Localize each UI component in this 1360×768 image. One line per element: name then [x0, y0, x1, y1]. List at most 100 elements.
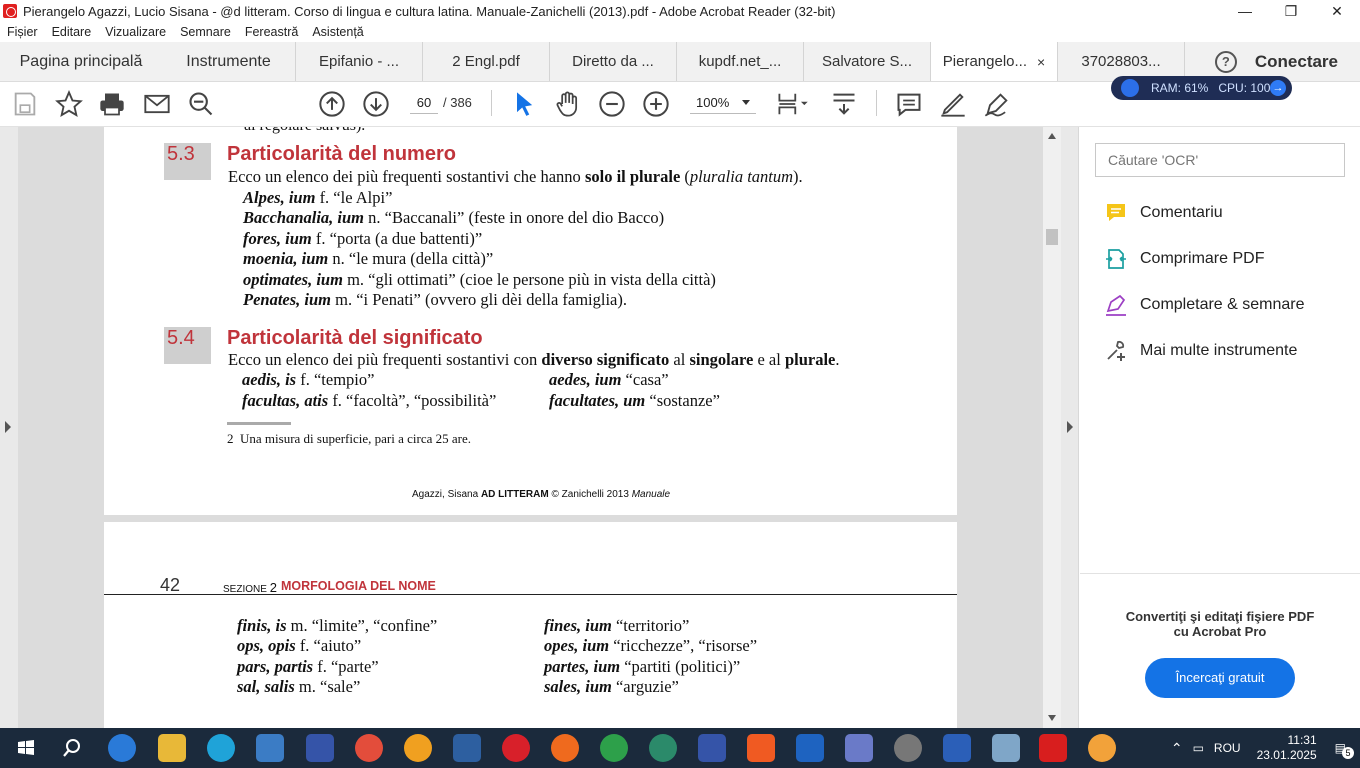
tab-label: Pagina principală [19, 52, 143, 70]
menu-help[interactable]: Asistență [312, 25, 363, 39]
zoom-in-icon[interactable] [642, 90, 670, 118]
page-number-input[interactable]: 60 [410, 92, 438, 114]
app-icon-gray[interactable] [992, 734, 1020, 762]
tab-home[interactable]: Pagina principală [0, 42, 162, 81]
next-page-icon[interactable] [362, 90, 390, 118]
highlight-pen-icon[interactable] [939, 90, 967, 118]
close-button[interactable]: ✕ [1314, 0, 1360, 22]
clock-date: 23.01.2025 [1256, 748, 1317, 762]
page-footer: Agazzi, Sisana AD LITTERAM © Zanichelli … [412, 489, 671, 500]
windows-start-icon[interactable] [12, 734, 40, 762]
sign-in-link[interactable]: Conectare [1255, 52, 1338, 72]
maximize-button[interactable]: ❐ [1268, 0, 1314, 22]
app-icon-orange[interactable] [404, 734, 432, 762]
select-cursor-icon[interactable] [510, 90, 538, 118]
app-icon-green[interactable] [649, 734, 677, 762]
app-icon-blue[interactable] [796, 734, 824, 762]
tab-document[interactable]: kupdf.net_... [677, 42, 804, 81]
clock[interactable]: 11:31 23.01.2025 [1257, 733, 1317, 763]
menu-file[interactable]: Fișier [7, 25, 38, 39]
menu-edit[interactable]: Editare [52, 25, 92, 39]
zoom-out-icon[interactable] [598, 90, 626, 118]
file-explorer-icon[interactable] [158, 734, 186, 762]
help-icon[interactable]: ? [1214, 50, 1237, 73]
fill-sign-icon [1106, 294, 1126, 316]
tool-comment[interactable]: Comentariu [1104, 200, 1223, 226]
notifications-icon[interactable]: ▤ 5 [1335, 741, 1354, 759]
menu-view[interactable]: Vizualizare [105, 25, 166, 39]
app-icon-yellow[interactable] [1088, 734, 1116, 762]
free-trial-button[interactable]: Încercaţi gratuit [1145, 658, 1295, 698]
app-icon-blue[interactable] [453, 734, 481, 762]
windows-taskbar: ⌃ ▭ ROU 11:31 23.01.2025 ▤ 5 [0, 728, 1360, 768]
word-icon[interactable] [943, 734, 971, 762]
page-text-cut: al regolare salvus). [244, 127, 365, 135]
entry-line: fores, ium f. “porta (a due battenti)” [243, 229, 483, 248]
firefox-icon[interactable] [551, 734, 579, 762]
battery-icon[interactable]: ▭ [1193, 741, 1204, 755]
comment-icon[interactable] [895, 90, 923, 118]
right-panel-toggle[interactable] [1061, 127, 1079, 728]
tab-tools[interactable]: Instrumente [162, 42, 296, 81]
acrobat-icon [3, 4, 17, 18]
more-tools-icon [1107, 340, 1125, 361]
prev-page-icon[interactable] [318, 90, 346, 118]
zoom-select[interactable]: 100% [690, 92, 756, 114]
tab-close-icon[interactable]: × [1037, 54, 1045, 70]
tab-document[interactable]: Diretto da ... [550, 42, 677, 81]
hand-tool-icon[interactable] [554, 90, 582, 118]
tool-label: Mai multe instrumente [1140, 342, 1298, 359]
search-tools-input[interactable] [1095, 143, 1345, 177]
scroll-mode-icon[interactable] [830, 90, 858, 118]
opera-icon[interactable] [502, 734, 530, 762]
sign-pen-icon[interactable] [983, 90, 1011, 118]
save-icon[interactable] [11, 90, 39, 118]
tool-fill-sign[interactable]: Completare & semnare [1104, 292, 1305, 318]
document-viewport[interactable]: al regolare salvus). 5.3 Particolarità d… [0, 127, 1043, 728]
tab-document-active[interactable]: Pierangelo... × [931, 42, 1058, 81]
tab-label: Pierangelo... [942, 53, 1028, 70]
tab-document[interactable]: Salvatore S... [804, 42, 931, 81]
clock-time: 11:31 [1287, 733, 1317, 747]
toolbar-divider [876, 90, 877, 116]
tab-document[interactable]: Epifanio - ... [296, 42, 423, 81]
chevron-up-icon[interactable]: ⌃ [1171, 740, 1183, 757]
title-bar: Pierangelo Agazzi, Lucio Sisana - @d lit… [0, 0, 1360, 22]
menu-window[interactable]: Fereastră [245, 25, 299, 39]
globe-app-icon[interactable] [600, 734, 628, 762]
bw-app-icon[interactable] [894, 734, 922, 762]
chevron-right-icon [5, 421, 11, 433]
tab-document[interactable]: 2 Engl.pdf [423, 42, 550, 81]
print-icon[interactable] [98, 90, 126, 118]
edge-icon[interactable] [207, 734, 235, 762]
app-icon-purple[interactable] [845, 734, 873, 762]
scroll-up-icon[interactable] [1048, 133, 1056, 139]
left-panel-toggle[interactable] [0, 127, 18, 728]
acrobat-taskbar-icon[interactable] [1039, 734, 1067, 762]
chrome-icon[interactable] [355, 734, 383, 762]
resource-monitor-widget[interactable]: RAM: 61% CPU: 100% → [1111, 76, 1292, 100]
tool-more-tools[interactable]: Mai multe instrumente [1104, 338, 1297, 364]
internet-explorer-icon[interactable] [108, 734, 136, 762]
search-icon[interactable] [58, 734, 86, 762]
entry-singular: sal, salis m. “sale” [237, 677, 361, 696]
tab-label: Epifanio - ... [318, 53, 400, 70]
tab-label: Salvatore S... [821, 53, 913, 70]
email-icon[interactable] [143, 90, 171, 118]
scroll-down-icon[interactable] [1048, 715, 1056, 721]
menu-sign[interactable]: Semnare [180, 25, 231, 39]
media-app-icon[interactable] [256, 734, 284, 762]
bookmark-star-icon[interactable] [55, 90, 83, 118]
tool-compress-pdf[interactable]: Comprimare PDF [1104, 246, 1264, 272]
scroll-thumb[interactable] [1046, 229, 1058, 245]
vertical-scrollbar[interactable] [1043, 127, 1061, 728]
save-app-icon[interactable] [698, 734, 726, 762]
language-indicator[interactable]: ROU [1214, 741, 1241, 755]
minimize-button[interactable]: — [1222, 0, 1268, 22]
search-zoom-icon[interactable] [187, 90, 215, 118]
save-app-icon[interactable] [306, 734, 334, 762]
page-layout-icon[interactable] [776, 90, 810, 118]
arrow-right-icon[interactable]: → [1270, 80, 1286, 96]
entry-plural: facultates, um “sostanze” [549, 391, 720, 410]
brave-icon[interactable] [747, 734, 775, 762]
